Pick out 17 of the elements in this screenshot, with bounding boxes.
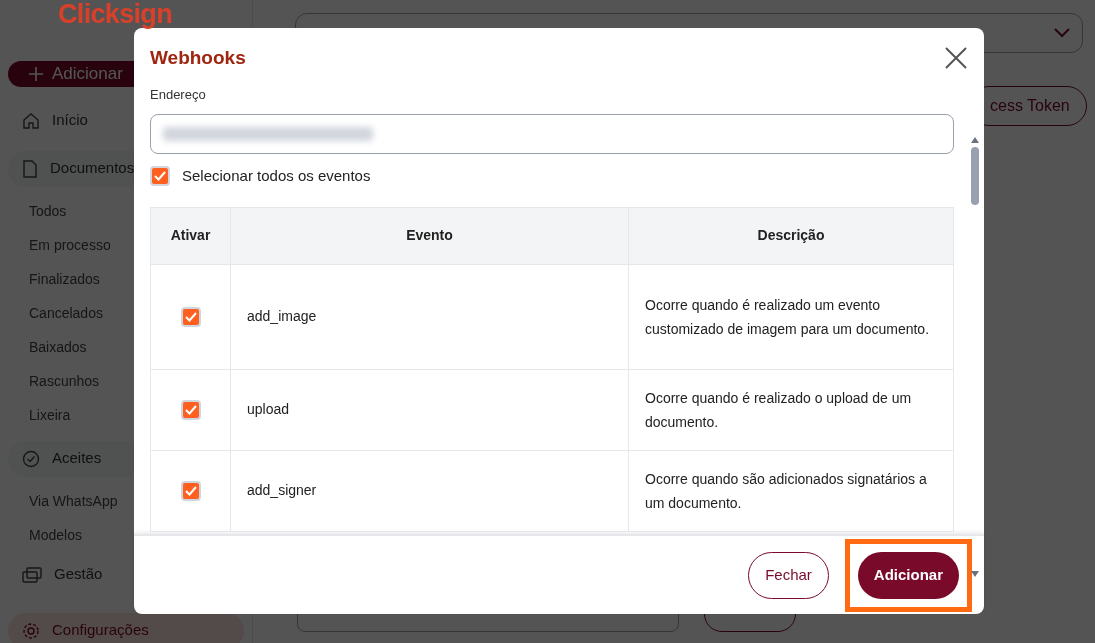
- sidebar-label: Configurações: [52, 620, 149, 641]
- table-cell: upload: [230, 369, 629, 450]
- table-cell: Ocorre quando é realizado um evento customizado de imagem para um documento.: [628, 264, 954, 369]
- table-cell: Ocorre quando é realizado o upload de um documento.: [628, 369, 954, 450]
- sidebar-label: Documentos: [50, 158, 135, 179]
- sidebar-label: Aceites: [52, 448, 102, 469]
- sidebar-label: Início: [52, 110, 88, 131]
- table-cell: add_signer: [230, 450, 629, 531]
- table-cell: Ocorre quando são adicionados signatários a um documento.: [628, 450, 954, 531]
- column-header: Ativar: [150, 207, 231, 264]
- table-cell: add_image: [230, 264, 629, 369]
- field-label: Endereço: [150, 85, 207, 104]
- modal-title: Webhooks: [150, 46, 246, 70]
- column-header: Evento: [230, 207, 629, 264]
- add-document-label: Adicionar: [52, 63, 123, 85]
- sidebar-label: Gestão: [54, 564, 103, 585]
- column-header: Descrição: [628, 207, 954, 264]
